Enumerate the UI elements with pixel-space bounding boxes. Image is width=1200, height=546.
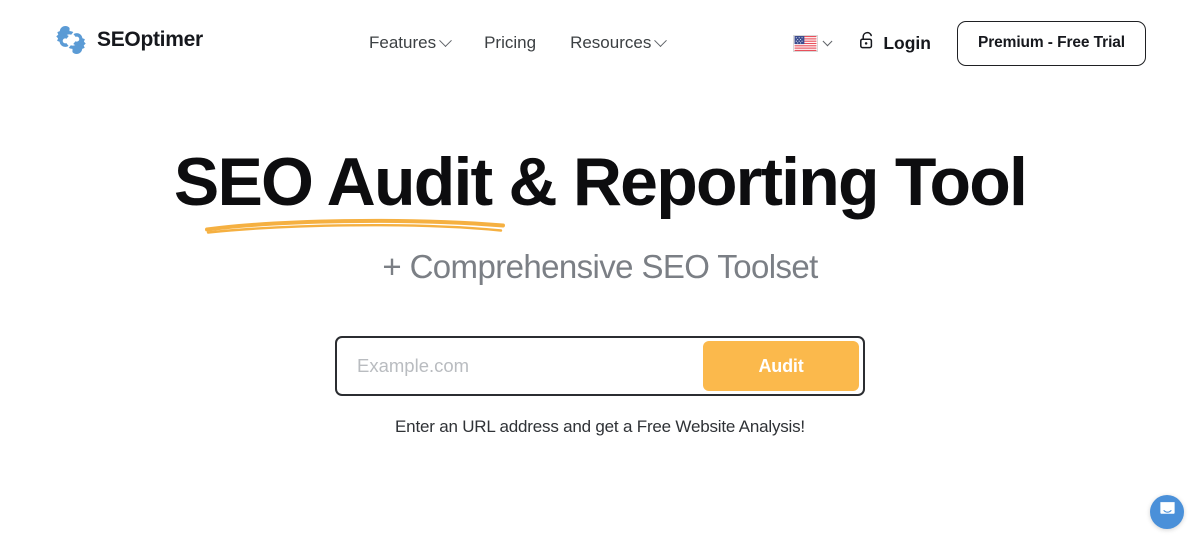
chat-launcher-button[interactable] [1150, 495, 1184, 529]
chat-bubble-icon [1158, 500, 1177, 524]
nav-item-pricing[interactable]: Pricing [484, 31, 536, 55]
chevron-down-icon [822, 35, 833, 46]
nav-item-resources[interactable]: Resources [570, 31, 668, 55]
page-subtitle: + Comprehensive SEO Toolset [382, 248, 818, 285]
lock-icon [859, 31, 876, 55]
nav-item-pricing-label: Pricing [484, 33, 537, 52]
nav-item-features[interactable]: Features [369, 31, 452, 55]
audit-form-hint: Enter an URL address and get a Free Webs… [395, 417, 805, 436]
site-header: SEOptimer Features Pricing Resources Log… [0, 0, 1200, 86]
audit-submit-button[interactable]: Audit [703, 341, 859, 391]
logo-wordmark: SEOptimer [97, 28, 203, 51]
premium-free-trial-button[interactable]: Premium - Free Trial [956, 20, 1146, 66]
page-title: SEO Audit & Reporting Tool [173, 144, 1028, 220]
language-selector[interactable] [793, 34, 833, 52]
login-link[interactable]: Login [859, 31, 931, 55]
us-flag-icon [793, 34, 819, 52]
chevron-down-icon [439, 33, 452, 47]
audit-form: Audit [335, 336, 865, 396]
gear-s-logo-icon [52, 21, 90, 59]
hero-section: SEO Audit & Reporting Tool + Comprehensi… [0, 143, 1200, 439]
login-label: Login [883, 32, 931, 53]
url-input[interactable] [341, 342, 703, 390]
main-navigation: Features Pricing Resources [369, 31, 668, 55]
header-actions: Login Premium - Free Trial [793, 20, 1146, 66]
chevron-down-icon [654, 33, 668, 47]
nav-item-resources-label: Resources [570, 33, 652, 52]
headline-block: SEO Audit & Reporting Tool [0, 143, 1200, 234]
nav-item-features-label: Features [369, 33, 437, 52]
logo-link[interactable]: SEOptimer [52, 21, 203, 59]
